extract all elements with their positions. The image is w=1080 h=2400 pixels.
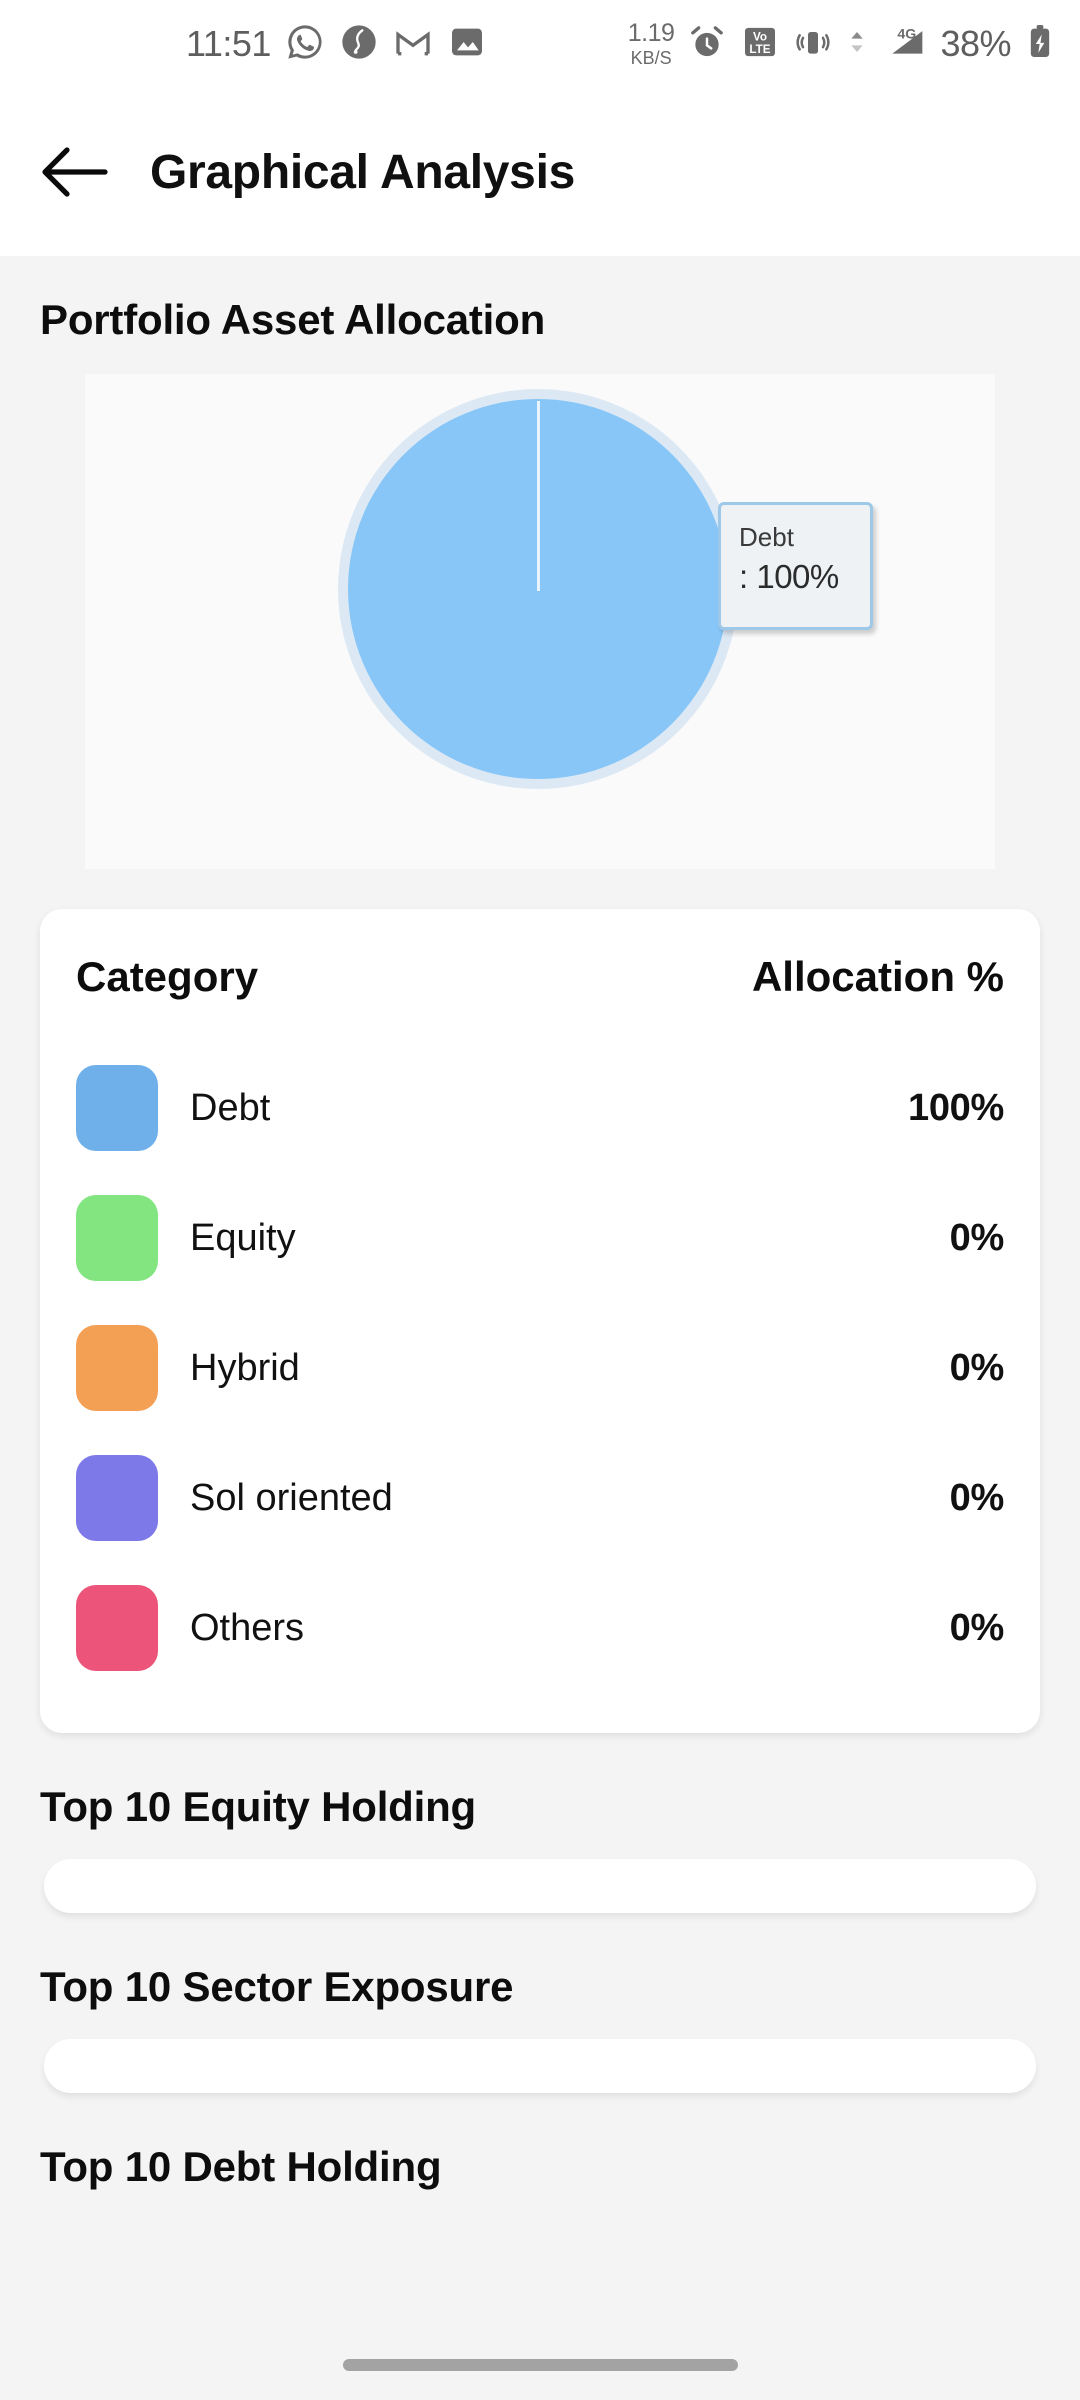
svg-text:LTE: LTE	[750, 42, 771, 55]
allocation-category-label: Others	[190, 1606, 305, 1649]
alarm-icon	[687, 22, 727, 67]
color-swatch-icon	[76, 1325, 158, 1411]
system-navigation-bar	[0, 2330, 1080, 2400]
allocation-percent-value: 0%	[949, 1476, 1005, 1519]
svg-text:Vo: Vo	[753, 30, 767, 43]
app-circle-icon	[339, 22, 379, 67]
column-header-allocation: Allocation %	[751, 953, 1004, 1000]
pie-tooltip: Debt : 100%	[718, 502, 873, 630]
section-title[interactable]: Top 10 Sector Exposure	[40, 1963, 1080, 2011]
allocation-category-label: Debt	[190, 1086, 271, 1129]
section-empty-bar[interactable]	[44, 2039, 1036, 2093]
color-swatch-icon	[76, 1065, 158, 1151]
whatsapp-icon	[285, 22, 325, 67]
color-swatch-icon	[76, 1455, 158, 1541]
back-button[interactable]	[36, 133, 114, 211]
network-speed-indicator: 1.19 KB/S	[627, 19, 675, 68]
back-arrow-icon	[42, 147, 108, 197]
color-swatch-icon	[76, 1585, 158, 1671]
section-title[interactable]: Top 10 Equity Holding	[40, 1783, 1080, 1831]
page-title: Graphical Analysis	[150, 145, 576, 199]
vibrate-icon	[793, 22, 833, 67]
allocation-row-list: Debt 100% Equity 0% Hybrid 0% Sol oriented 0% Ot…	[76, 1043, 1004, 1693]
status-time: 11:51	[186, 23, 271, 64]
gesture-pill[interactable]	[342, 2359, 738, 2371]
allocation-table-card: Category Allocation % Debt 100% Equity 0% Hy…	[40, 909, 1040, 1733]
table-row[interactable]: Debt 100%	[76, 1043, 1004, 1173]
battery-charging-icon	[1024, 22, 1056, 67]
allocation-category-label: Equity	[190, 1216, 296, 1259]
table-row[interactable]: Hybrid 0%	[76, 1303, 1004, 1433]
network-speed-value: 1.19	[627, 19, 675, 47]
pie-tooltip-label: Debt	[739, 522, 794, 552]
asset-allocation-chart[interactable]: Debt : 100%	[85, 374, 995, 869]
column-header-category: Category	[76, 953, 259, 1000]
network-speed-unit: KB/S	[630, 48, 672, 68]
app-bar: Graphical Analysis	[0, 88, 1080, 256]
gmail-icon	[393, 22, 433, 67]
gallery-icon	[447, 22, 487, 67]
status-bar: 11:51 1.19 KB/S Vo LTE 4G 38%	[0, 0, 1080, 88]
allocation-percent-value: 0%	[949, 1346, 1005, 1389]
pie-tooltip-value: : 100%	[739, 557, 839, 595]
status-bar-right: 1.19 KB/S Vo LTE 4G 38%	[628, 21, 1056, 67]
portfolio-section-title: Portfolio Asset Allocation	[40, 296, 546, 343]
app-screen: 11:51 1.19 KB/S Vo LTE 4G 38% Graphical …	[0, 0, 1080, 2400]
battery-percent: 38%	[940, 23, 1011, 64]
section-empty-bar[interactable]	[44, 1859, 1036, 1913]
table-row[interactable]: Sol oriented 0%	[76, 1433, 1004, 1563]
allocation-category-label: Sol oriented	[190, 1476, 393, 1519]
pie-chart[interactable]	[185, 379, 785, 869]
pie-slice-divider	[537, 401, 540, 591]
allocation-percent-value: 0%	[949, 1606, 1005, 1649]
data-arrows-icon	[846, 22, 868, 67]
table-row[interactable]: Equity 0%	[76, 1173, 1004, 1303]
volte-icon: Vo LTE	[740, 22, 780, 67]
signal-icon: 4G	[881, 22, 927, 67]
allocation-percent-value: 0%	[949, 1216, 1005, 1259]
table-row[interactable]: Others 0%	[76, 1563, 1004, 1693]
allocation-category-label: Hybrid	[190, 1346, 300, 1389]
collapsible-sections: Top 10 Equity Holding Top 10 Sector Expos…	[0, 1783, 1080, 2191]
allocation-percent-value: 100%	[908, 1086, 1004, 1129]
content-scroll-area[interactable]: Portfolio Asset Allocation Debt : 100% C…	[0, 256, 1080, 2400]
allocation-table-header: Category Allocation %	[76, 953, 1004, 1001]
status-bar-left: 11:51	[186, 22, 487, 67]
section-title[interactable]: Top 10 Debt Holding	[40, 2143, 1080, 2191]
color-swatch-icon	[76, 1195, 158, 1281]
